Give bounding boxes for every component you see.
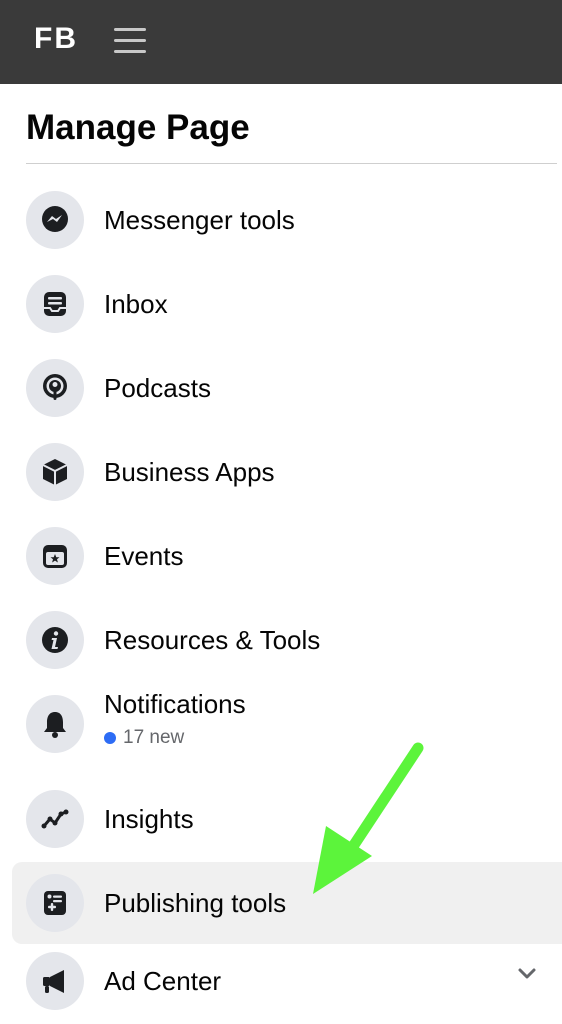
menu-item-label: Notifications [104, 689, 246, 719]
menu-item-events[interactable]: Events [12, 515, 562, 597]
insights-icon [41, 809, 69, 829]
menu-item-ad-center[interactable]: Ad Center [12, 940, 562, 1022]
info-icon [42, 627, 68, 653]
menu-item-notifications[interactable]: Notifications 17 new [12, 683, 562, 765]
megaphone-icon [43, 970, 64, 993]
menu-item-publishing-tools[interactable]: Publishing tools [12, 862, 562, 944]
notification-count: 17 new [104, 727, 184, 749]
menu-item-label: Business Apps [104, 457, 275, 487]
unread-dot [104, 732, 116, 744]
menu-item-inbox[interactable]: Inbox [12, 263, 562, 345]
menu-item-resources-tools[interactable]: Resources & Tools [12, 599, 562, 681]
menu-item-label: Insights [104, 804, 194, 834]
menu-item-podcasts[interactable]: Podcasts [12, 347, 562, 429]
bell-icon [44, 712, 66, 738]
podcast-icon [43, 374, 67, 400]
menu-item-label: Podcasts [104, 373, 211, 403]
menu-item-label: Resources & Tools [104, 625, 321, 655]
calendar-star-icon [43, 545, 67, 568]
top-bar: FB [0, 0, 562, 84]
menu-item-label: Inbox [104, 289, 168, 319]
inbox-icon [44, 292, 66, 316]
page-title: Manage Page [26, 108, 250, 147]
menu-item-business-apps[interactable]: Business Apps [12, 431, 562, 513]
menu-item-label: Publishing tools [104, 888, 287, 918]
menu-item-label: Ad Center [104, 966, 222, 996]
messenger-icon [42, 206, 68, 232]
menu-item-label: Events [104, 541, 184, 571]
publishing-icon [44, 891, 66, 915]
menu-item-label: Messenger tools [104, 205, 295, 235]
chevron-down-icon[interactable] [514, 960, 540, 986]
fb-logo[interactable]: FB [34, 22, 78, 56]
menu-item-messenger-tools[interactable]: Messenger tools [12, 179, 562, 261]
cube-icon [42, 459, 68, 485]
divider [26, 163, 557, 164]
hamburger-menu-icon[interactable] [114, 26, 146, 56]
menu-item-insights[interactable]: Insights [12, 778, 562, 860]
